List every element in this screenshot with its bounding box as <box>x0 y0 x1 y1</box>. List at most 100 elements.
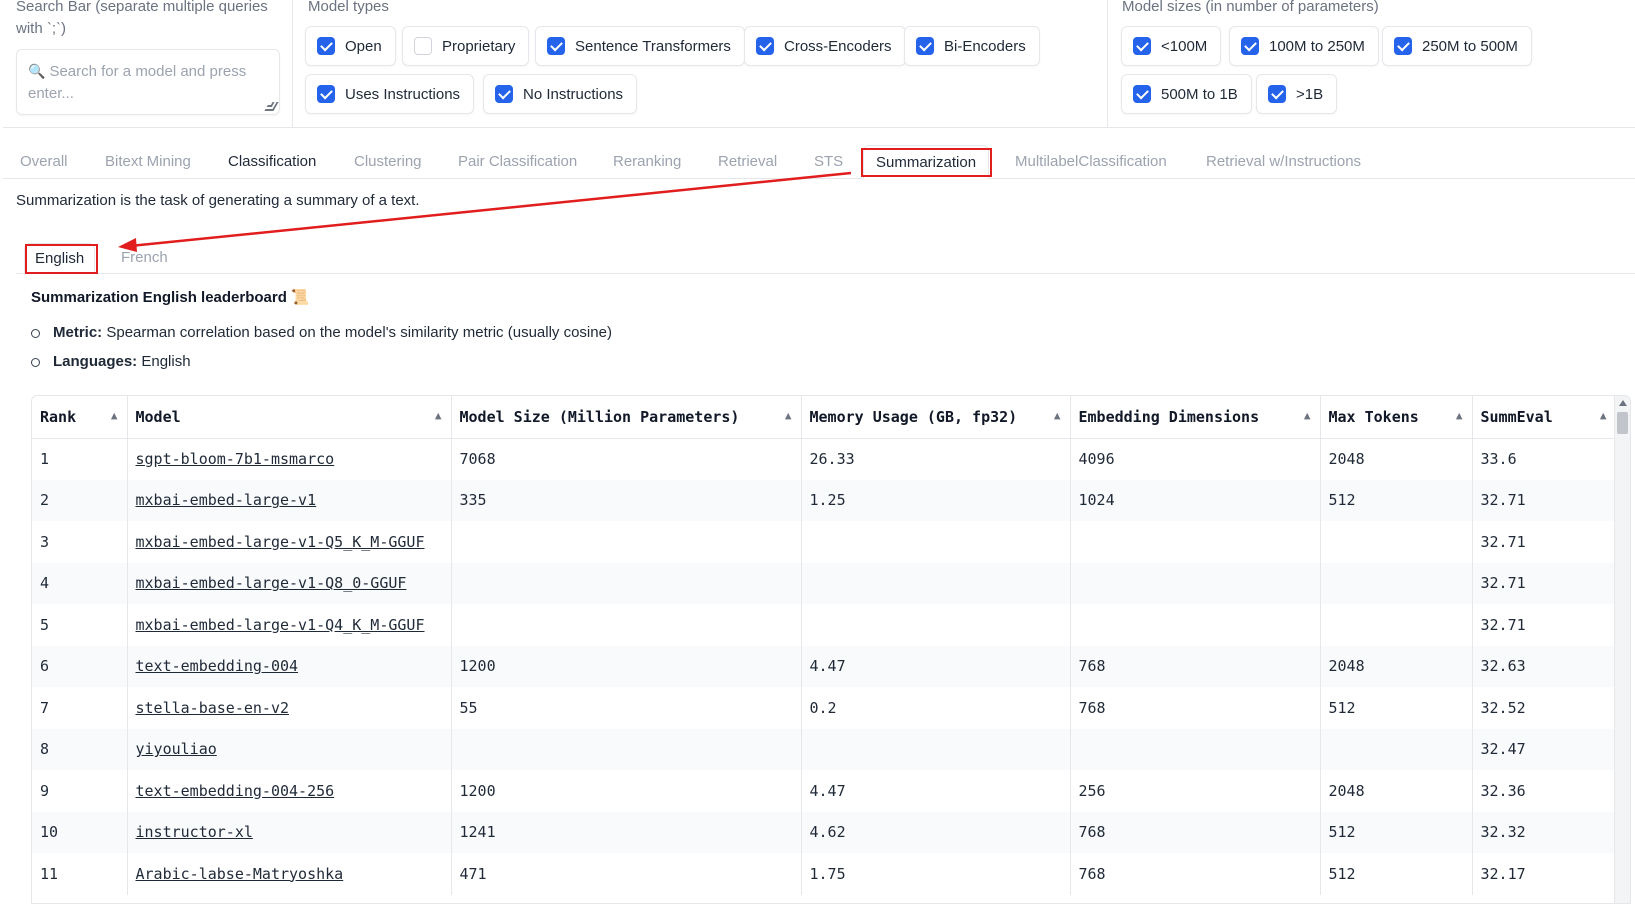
model-link[interactable]: mxbai-embed-large-v1-Q8_0-GGUF <box>136 574 407 592</box>
model-link[interactable]: mxbai-embed-large-v1 <box>136 491 317 509</box>
table-cell-model[interactable]: sgpt-bloom-7b1-msmarco <box>127 438 452 480</box>
model-link[interactable]: instructor-xl <box>136 823 253 841</box>
sort-arrow-icon[interactable]: ▲ <box>1054 409 1061 422</box>
tab-english[interactable]: English <box>24 243 96 274</box>
checkbox-label: No Instructions <box>523 85 624 103</box>
table-cell-model[interactable]: Arabic-labse-Matryoshka <box>127 853 452 895</box>
model-link[interactable]: sgpt-bloom-7b1-msmarco <box>136 450 335 468</box>
language-tabs: English French <box>16 243 1635 274</box>
table-scrollbar[interactable] <box>1614 396 1630 903</box>
model-link[interactable]: yiyouliao <box>136 740 217 758</box>
tab-summarization[interactable]: Summarization <box>863 145 990 179</box>
tab-classification[interactable]: Classification <box>228 145 316 179</box>
tab-pair-classification[interactable]: Pair Classification <box>458 145 577 179</box>
table-cell-model[interactable]: mxbai-embed-large-v1 <box>127 479 452 521</box>
checkbox-uses-instructions[interactable]: Uses Instructions <box>305 74 475 114</box>
table-cell-model[interactable]: stella-base-en-v2 <box>127 687 452 729</box>
checkbox-label: Uses Instructions <box>345 85 461 103</box>
checkbox-icon[interactable] <box>1133 37 1151 55</box>
checkbox-size-lt100m[interactable]: <100M <box>1121 26 1222 66</box>
table-cell-rank: 10 <box>32 811 128 853</box>
table-cell-max-tokens <box>1320 562 1473 604</box>
tab-retrieval[interactable]: Retrieval <box>718 145 777 179</box>
sort-arrow-icon[interactable]: ▲ <box>1600 409 1607 422</box>
tab-multilabel-classification[interactable]: MultilabelClassification <box>1015 145 1167 179</box>
checkbox-size-100m-250m[interactable]: 100M to 250M <box>1229 26 1379 66</box>
tab-bitext-mining[interactable]: Bitext Mining <box>105 145 191 179</box>
tab-sts[interactable]: STS <box>814 145 843 179</box>
model-link[interactable]: Arabic-labse-Matryoshka <box>136 865 344 883</box>
checkbox-no-instructions[interactable]: No Instructions <box>483 74 638 114</box>
checkbox-icon[interactable] <box>1133 85 1151 103</box>
leaderboard-table-container[interactable]: Rank ▲ Model ▲ Model Size (Million Parameter… <box>31 395 1631 904</box>
checkbox-sentence-transformers[interactable]: Sentence Transformers <box>535 26 745 66</box>
checkbox-icon[interactable] <box>1268 85 1286 103</box>
tab-clustering[interactable]: Clustering <box>354 145 422 179</box>
table-cell-memory-usage: 4.62 <box>801 811 1071 853</box>
column-header-max-tokens[interactable]: Max Tokens ▲ <box>1320 396 1473 439</box>
column-header-embedding-dimensions[interactable]: Embedding Dimensions ▲ <box>1070 396 1321 439</box>
column-header-summeval[interactable]: SummEval ▲ <box>1472 396 1617 439</box>
table-cell-embedding-dimensions: 256 <box>1070 770 1321 812</box>
checkbox-icon[interactable] <box>1241 37 1259 55</box>
column-header-rank[interactable]: Rank ▲ <box>32 396 128 439</box>
table-row: 11 Arabic-labse-Matryoshka 471 1.75 768 512 32… <box>32 853 1617 895</box>
leaderboard-info: Metric: Spearman correlation based on th… <box>31 318 612 376</box>
table-cell-model[interactable]: mxbai-embed-large-v1-Q5_K_M-GGUF <box>127 521 452 563</box>
table-cell-model[interactable]: instructor-xl <box>127 811 452 853</box>
table-cell-model-size: 1200 <box>451 770 802 812</box>
checkbox-size-gt1b[interactable]: >1B <box>1256 74 1338 114</box>
table-cell-max-tokens: 2048 <box>1320 645 1473 687</box>
scroll-up-icon[interactable] <box>1619 400 1627 406</box>
table-cell-model[interactable]: mxbai-embed-large-v1-Q8_0-GGUF <box>127 562 452 604</box>
checkbox-icon[interactable] <box>317 37 335 55</box>
checkbox-icon[interactable] <box>547 37 565 55</box>
tab-reranking[interactable]: Reranking <box>613 145 681 179</box>
table-cell-max-tokens: 2048 <box>1320 438 1473 480</box>
column-header-memory-usage[interactable]: Memory Usage (GB, fp32) ▲ <box>801 396 1071 439</box>
checkbox-proprietary[interactable]: Proprietary <box>402 26 530 66</box>
model-link[interactable]: stella-base-en-v2 <box>136 699 290 717</box>
checkbox-icon[interactable] <box>495 85 513 103</box>
resize-handle-icon[interactable] <box>264 102 279 111</box>
sort-arrow-icon[interactable]: ▲ <box>785 409 792 422</box>
tab-overall[interactable]: Overall <box>20 145 68 179</box>
table-cell-summeval: 32.71 <box>1472 604 1617 646</box>
sort-arrow-icon[interactable]: ▲ <box>435 409 442 422</box>
checkbox-icon[interactable] <box>756 37 774 55</box>
sort-arrow-icon[interactable]: ▲ <box>1456 409 1463 422</box>
tab-retrieval-w-instructions[interactable]: Retrieval w/Instructions <box>1206 145 1361 179</box>
checkbox-icon[interactable] <box>1394 37 1412 55</box>
table-cell-model[interactable]: text-embedding-004 <box>127 645 452 687</box>
table-row: 10 instructor-xl 1241 4.62 768 512 32.32 <box>32 811 1617 853</box>
sort-arrow-icon[interactable]: ▲ <box>111 409 118 422</box>
table-cell-model-size <box>451 521 802 563</box>
model-link[interactable]: text-embedding-004-256 <box>136 782 335 800</box>
scrollbar-thumb[interactable] <box>1617 412 1628 434</box>
model-link[interactable]: mxbai-embed-large-v1-Q4_K_M-GGUF <box>136 616 425 634</box>
checkbox-icon[interactable] <box>916 37 934 55</box>
column-header-label: Model Size (Million Parameters) <box>459 407 740 426</box>
model-link[interactable]: mxbai-embed-large-v1-Q5_K_M-GGUF <box>136 533 425 551</box>
table-cell-model[interactable]: yiyouliao <box>127 728 452 770</box>
scroll-icon: 📜 <box>290 289 310 306</box>
checkbox-icon[interactable] <box>414 37 432 55</box>
column-header-model-size[interactable]: Model Size (Million Parameters) ▲ <box>451 396 802 439</box>
checkbox-size-500m-1b[interactable]: 500M to 1B <box>1121 74 1252 114</box>
table-cell-summeval: 32.52 <box>1472 687 1617 729</box>
checkbox-cross-encoders[interactable]: Cross-Encoders <box>744 26 906 66</box>
column-header-model[interactable]: Model ▲ <box>127 396 452 439</box>
tab-french[interactable]: French <box>121 243 168 274</box>
sort-arrow-icon[interactable]: ▲ <box>1304 409 1311 422</box>
table-row: 3 mxbai-embed-large-v1-Q5_K_M-GGUF 32.71 <box>32 521 1617 563</box>
table-cell-model[interactable]: mxbai-embed-large-v1-Q4_K_M-GGUF <box>127 604 452 646</box>
table-cell-rank: 3 <box>32 521 128 563</box>
table-cell-max-tokens: 512 <box>1320 811 1473 853</box>
search-input[interactable]: 🔍 Search for a model and press enter... <box>16 49 280 115</box>
checkbox-size-250m-500m[interactable]: 250M to 500M <box>1382 26 1532 66</box>
checkbox-open[interactable]: Open <box>305 26 396 66</box>
table-cell-model[interactable]: text-embedding-004-256 <box>127 770 452 812</box>
model-link[interactable]: text-embedding-004 <box>136 657 299 675</box>
checkbox-bi-encoders[interactable]: Bi-Encoders <box>904 26 1040 66</box>
checkbox-icon[interactable] <box>317 85 335 103</box>
